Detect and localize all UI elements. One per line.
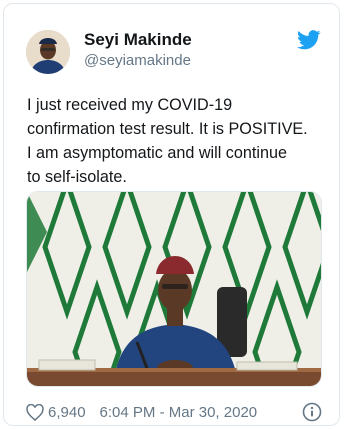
tweet-photo[interactable] <box>26 191 322 387</box>
tweet-text-line: I am asymptomatic and will continue <box>27 144 288 162</box>
info-icon[interactable] <box>302 402 322 422</box>
tweet-text-line: confirmation test result. It is POSITIVE… <box>27 120 308 138</box>
author-handle[interactable]: @seyiamakinde <box>84 52 191 69</box>
avatar-image <box>26 30 70 74</box>
like-count[interactable]: 6,940 <box>48 404 86 421</box>
tweet-footer: 6,940 6:04 PM - Mar 30, 2020 <box>26 400 322 424</box>
twitter-bird-icon[interactable] <box>297 30 321 50</box>
tweet-text-line: to self-isolate. <box>27 168 127 186</box>
photo-image <box>27 192 321 386</box>
avatar[interactable] <box>26 30 70 74</box>
tweet-timestamp[interactable]: 6:04 PM - Mar 30, 2020 <box>100 404 258 421</box>
tweet-card[interactable]: Seyi Makinde @seyiamakinde I just receiv… <box>3 3 340 426</box>
tweet-text-line: I just received my COVID-19 <box>27 96 233 114</box>
tweet-text: I just received my COVID-19 confirmation… <box>27 93 332 189</box>
heart-icon[interactable] <box>26 403 44 421</box>
author-name[interactable]: Seyi Makinde <box>84 30 192 50</box>
